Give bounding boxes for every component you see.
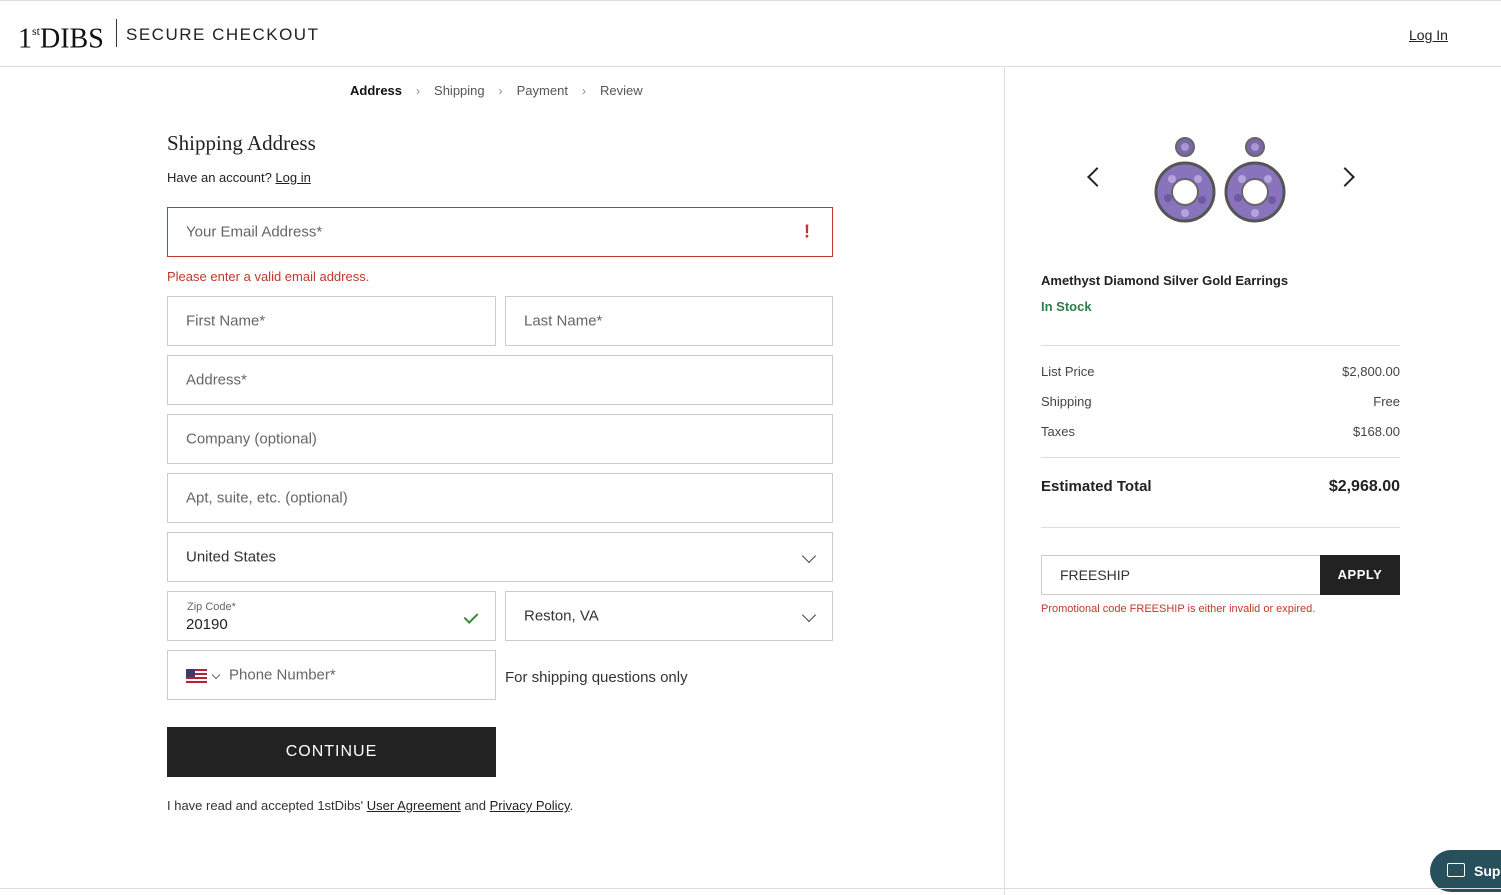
taxes-value: $168.00	[1353, 424, 1400, 439]
crumb-review[interactable]: Review	[600, 83, 643, 98]
header-divider	[116, 19, 117, 47]
crumb-address[interactable]: Address	[350, 83, 402, 98]
chevron-down-icon	[801, 548, 817, 564]
shipping-note: For shipping questions only	[505, 669, 688, 686]
page-title: Shipping Address	[167, 131, 316, 155]
user-agreement-link[interactable]: User Agreement	[367, 798, 461, 813]
agree-prefix: I have read and accepted 1stDibs'	[167, 798, 367, 813]
email-error-message: Please enter a valid email address.	[167, 269, 370, 284]
promo-error-message: Promotional code FREESHIP is either inva…	[1041, 603, 1316, 615]
taxes-label: Taxes	[1041, 424, 1075, 439]
chevron-down-icon	[801, 607, 817, 623]
have-account-prefix: Have an account?	[167, 170, 276, 185]
phone-placeholder: Phone Number*	[229, 666, 336, 684]
product-image	[1154, 137, 1286, 223]
list-price-row: List Price $2,800.00	[1041, 364, 1400, 379]
chevron-right-icon: ›	[498, 83, 503, 98]
list-price-label: List Price	[1041, 364, 1095, 379]
apply-button[interactable]: APPLY	[1320, 555, 1400, 595]
taxes-row: Taxes $168.00	[1041, 424, 1400, 439]
agree-and: and	[460, 798, 490, 813]
shipping-value: Free	[1373, 394, 1400, 409]
privacy-policy-link[interactable]: Privacy Policy	[490, 798, 570, 813]
chat-icon	[1447, 863, 1465, 877]
logo[interactable]: 1stDIBS	[18, 18, 104, 54]
header: 1stDIBS SECURE CHECKOUT Log In	[0, 0, 1501, 67]
last-name-field[interactable]: Last Name*	[505, 296, 833, 346]
zip-code-field[interactable]: Zip Code* 20190	[167, 591, 496, 641]
last-name-placeholder: Last Name*	[524, 312, 603, 330]
first-name-field[interactable]: First Name*	[167, 296, 496, 346]
checkout-breadcrumb: Address › Shipping › Payment › Review	[350, 83, 643, 98]
crumb-shipping[interactable]: Shipping	[434, 83, 485, 98]
apt-field[interactable]: Apt, suite, etc. (optional)	[167, 473, 833, 523]
chevron-right-icon[interactable]	[1335, 167, 1355, 187]
total-label: Estimated Total	[1041, 478, 1152, 495]
company-placeholder: Company (optional)	[186, 430, 317, 448]
city-value: Reston, VA	[524, 607, 599, 625]
earring-left	[1154, 137, 1216, 223]
zip-code-label: Zip Code*	[187, 601, 236, 613]
agree-suffix: .	[569, 798, 574, 813]
chevron-down-icon[interactable]	[211, 670, 221, 680]
promo-code-value: FREESHIP	[1060, 567, 1131, 583]
support-chat-button[interactable]: Sup	[1430, 850, 1501, 892]
us-flag-icon[interactable]	[186, 669, 207, 683]
zip-code-value: 20190	[186, 616, 228, 633]
list-price-value: $2,800.00	[1342, 364, 1400, 379]
divider	[1041, 457, 1400, 458]
divider	[1041, 345, 1400, 346]
divider	[1041, 527, 1400, 528]
earring-right	[1224, 137, 1286, 223]
company-field[interactable]: Company (optional)	[167, 414, 833, 464]
address-placeholder: Address*	[186, 371, 247, 389]
header-login-link[interactable]: Log In	[1409, 27, 1448, 43]
email-field[interactable]: Your Email Address* !	[167, 207, 833, 257]
product-name[interactable]: Amethyst Diamond Silver Gold Earrings	[1041, 273, 1288, 288]
first-name-placeholder: First Name*	[186, 312, 266, 330]
chevron-right-icon: ›	[416, 83, 421, 98]
support-label: Sup	[1474, 863, 1501, 879]
chevron-right-icon: ›	[581, 83, 586, 98]
secure-checkout-label: SECURE CHECKOUT	[126, 25, 320, 44]
phone-field[interactable]: Phone Number*	[167, 650, 496, 700]
stock-status: In Stock	[1041, 299, 1092, 314]
country-value: United States	[186, 548, 277, 566]
crumb-payment[interactable]: Payment	[517, 83, 568, 98]
email-placeholder: Your Email Address*	[186, 223, 323, 241]
shipping-row: Shipping Free	[1041, 394, 1400, 409]
address-field[interactable]: Address*	[167, 355, 833, 405]
chevron-left-icon[interactable]	[1087, 167, 1107, 187]
total-value: $2,968.00	[1328, 478, 1400, 495]
city-select[interactable]: Reston, VA	[505, 591, 833, 641]
shipping-label: Shipping	[1041, 394, 1092, 409]
agreement-text: I have read and accepted 1stDibs' User A…	[167, 798, 573, 813]
column-divider	[1004, 67, 1005, 895]
estimated-total-row: Estimated Total $2,968.00	[1041, 478, 1400, 496]
continue-button[interactable]: CONTINUE	[167, 727, 496, 777]
footer-divider	[0, 888, 1501, 889]
form-login-link[interactable]: Log in	[275, 170, 310, 185]
checkmark-icon	[463, 609, 479, 624]
country-select[interactable]: United States	[167, 532, 833, 582]
error-icon: !	[804, 221, 810, 242]
have-account-text: Have an account? Log in	[167, 170, 311, 185]
apt-placeholder: Apt, suite, etc. (optional)	[186, 489, 348, 507]
promo-code-input[interactable]: FREESHIP	[1041, 555, 1321, 595]
